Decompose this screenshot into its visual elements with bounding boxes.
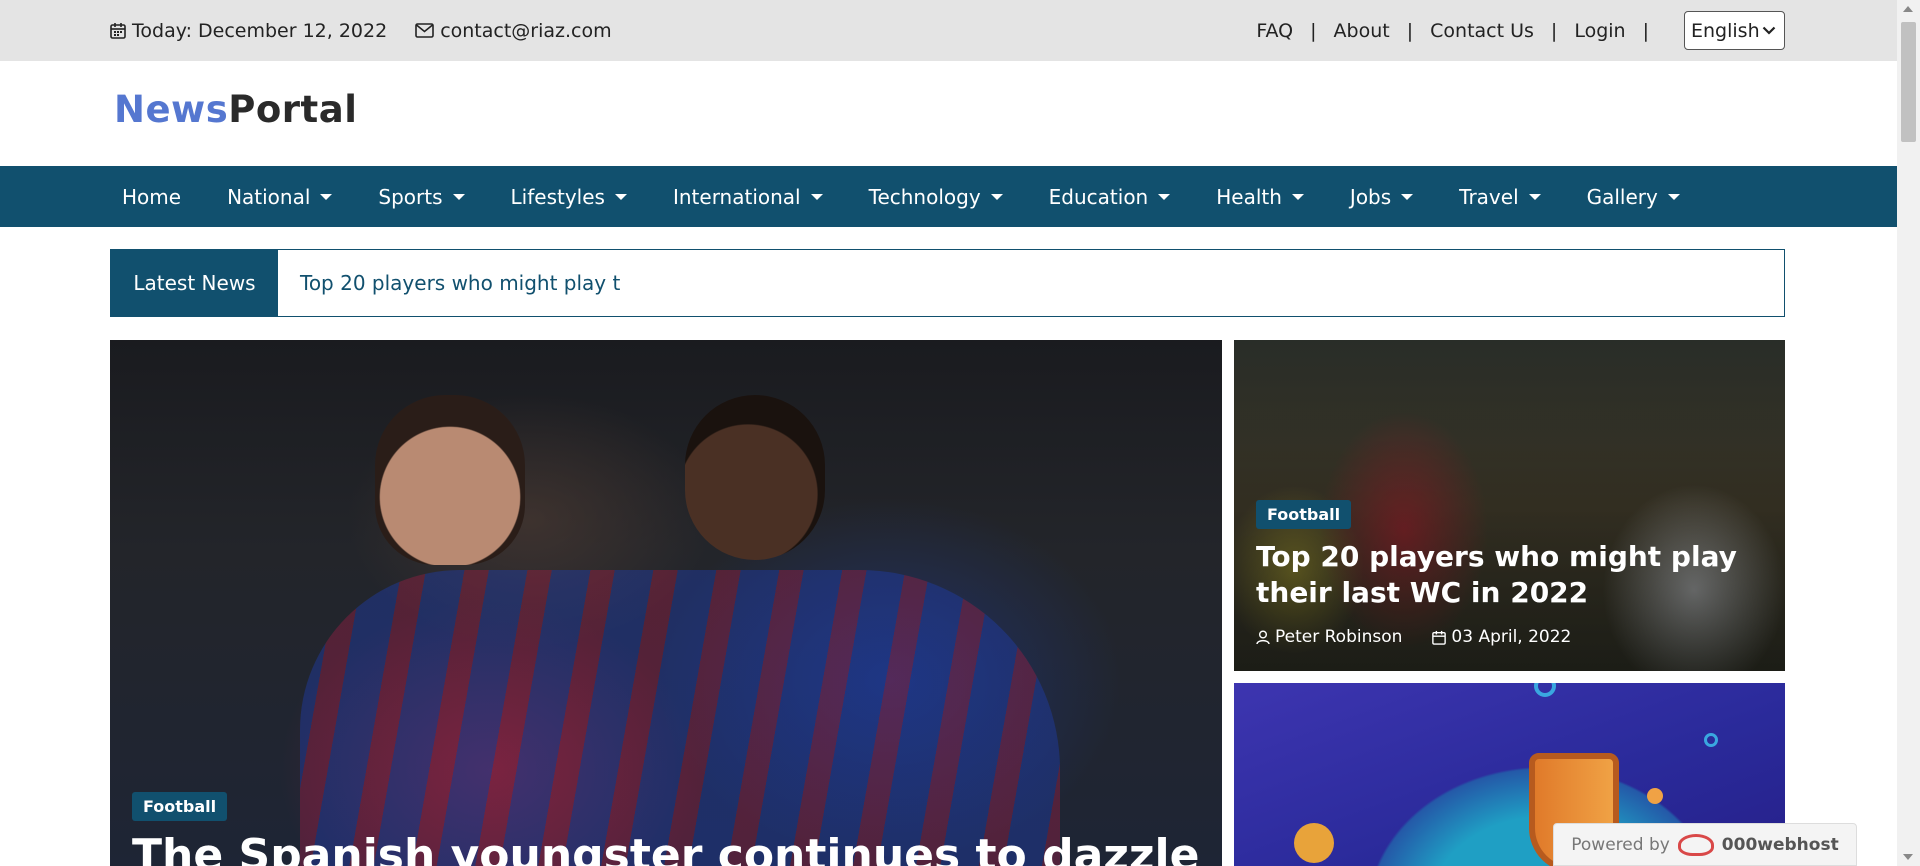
caret-down-icon (1158, 193, 1171, 200)
separator: | (1550, 19, 1558, 42)
featured-article-title[interactable]: The Spanish youngster continues to dazzl… (132, 830, 1199, 866)
nav-item-international[interactable]: International (661, 185, 835, 209)
post-date: 03 April, 2022 (1451, 627, 1572, 647)
separator: | (1642, 19, 1649, 42)
nav-item-technology[interactable]: Technology (857, 185, 1015, 209)
date-meta: 03 April, 2022 (1432, 627, 1571, 647)
nav-label: Lifestyles (510, 184, 605, 209)
chevron-down-icon (1762, 26, 1776, 35)
caret-down-icon (990, 193, 1003, 200)
feature-image-player2 (685, 395, 825, 560)
caret-down-icon (452, 193, 465, 200)
calendar-icon (1432, 630, 1447, 645)
caret-down-icon (1528, 193, 1541, 200)
side-article-1[interactable]: Football Top 20 players who might play t… (1234, 340, 1785, 671)
contact-us-link[interactable]: Contact Us (1430, 20, 1534, 42)
site-logo[interactable]: NewsPortal (114, 88, 357, 131)
email-link[interactable]: contact@riaz.com (440, 20, 611, 42)
nav-item-home[interactable]: Home (110, 185, 193, 209)
nav-item-health[interactable]: Health (1204, 185, 1316, 209)
date-label: Today: December 12, 2022 (132, 19, 388, 42)
top-bar-info: Today: December 12, 2022 contact@riaz.co… (110, 0, 612, 61)
decoration-person (1294, 823, 1334, 863)
latest-news-bar: Latest News Top 20 players who might pla… (110, 249, 1785, 317)
email-info[interactable]: contact@riaz.com (415, 20, 612, 42)
latest-news-label: Latest News (111, 250, 278, 316)
nav-item-lifestyles[interactable]: Lifestyles (499, 185, 639, 209)
powered-by-brand: 000webhost (1721, 834, 1839, 855)
caret-down-icon (320, 193, 333, 200)
nav-item-gallery[interactable]: Gallery (1575, 185, 1692, 209)
feature-image-jerseys (300, 570, 1060, 866)
nav-item-jobs[interactable]: Jobs (1338, 185, 1425, 209)
category-badge[interactable]: Football (132, 792, 228, 821)
separator: | (1406, 19, 1414, 42)
nav-label: Sports (378, 184, 443, 209)
nav-label: International (672, 184, 801, 209)
decoration-circle (1534, 683, 1556, 697)
nav-label: Technology (868, 184, 981, 209)
powered-by-label: Powered by (1571, 834, 1670, 855)
nav-label: Jobs (1349, 184, 1392, 209)
nav-label: National (227, 184, 311, 209)
side-article-1-content: Football Top 20 players who might play t… (1256, 500, 1756, 647)
page-scrollbar[interactable] (1897, 0, 1920, 866)
language-select[interactable]: English (1684, 11, 1785, 50)
top-bar: Today: December 12, 2022 contact@riaz.co… (0, 0, 1897, 61)
nav-label: Gallery (1586, 184, 1658, 209)
nav-item-sports[interactable]: Sports (366, 185, 476, 209)
calendar-icon (110, 22, 126, 39)
nav-label: Health (1216, 184, 1282, 209)
category-badge[interactable]: Football (1256, 500, 1352, 529)
powered-by-badge[interactable]: Powered by 000webhost (1553, 823, 1857, 866)
user-icon (1256, 630, 1270, 645)
scroll-up-icon[interactable] (1903, 6, 1913, 12)
news-ticker-link[interactable]: Top 20 players who might play t (278, 250, 620, 316)
scroll-down-icon[interactable] (1903, 854, 1913, 860)
scrollbar-thumb[interactable] (1901, 22, 1916, 142)
faq-link[interactable]: FAQ (1256, 20, 1293, 42)
nav-label: Travel (1459, 184, 1519, 209)
featured-article[interactable]: Football The Spanish youngster continues… (110, 340, 1222, 866)
caret-down-icon (1667, 193, 1680, 200)
nav-item-education[interactable]: Education (1037, 185, 1183, 209)
caret-down-icon (1401, 193, 1414, 200)
article-meta: Peter Robinson 03 April, 2022 (1256, 627, 1756, 647)
feature-image-player1 (375, 395, 525, 565)
webhost-logo-icon (1677, 833, 1714, 856)
caret-down-icon (1291, 193, 1304, 200)
separator: | (1310, 19, 1317, 42)
logo-part-news: News (114, 88, 229, 131)
caret-down-icon (810, 193, 823, 200)
date-info: Today: December 12, 2022 (110, 20, 387, 42)
login-link[interactable]: Login (1574, 20, 1625, 42)
decoration-circle (1704, 733, 1718, 747)
about-link[interactable]: About (1334, 20, 1390, 42)
author-meta: Peter Robinson (1256, 627, 1402, 647)
nav-label: Education (1048, 184, 1149, 209)
decoration-circle (1647, 788, 1663, 804)
nav-label: Home (122, 184, 182, 209)
caret-down-icon (614, 193, 627, 200)
language-value: English (1691, 19, 1760, 42)
main-nav: Home National Sports Lifestyles Internat… (0, 166, 1897, 227)
nav-item-national[interactable]: National (215, 185, 344, 209)
top-bar-links: FAQ | About | Contact Us | Login | Engli… (1256, 0, 1785, 61)
nav-item-travel[interactable]: Travel (1447, 185, 1552, 209)
logo-part-portal: Portal (228, 88, 358, 131)
side-article-1-title[interactable]: Top 20 players who might play their last… (1256, 539, 1756, 611)
author-name: Peter Robinson (1275, 627, 1403, 647)
envelope-icon (415, 23, 434, 38)
